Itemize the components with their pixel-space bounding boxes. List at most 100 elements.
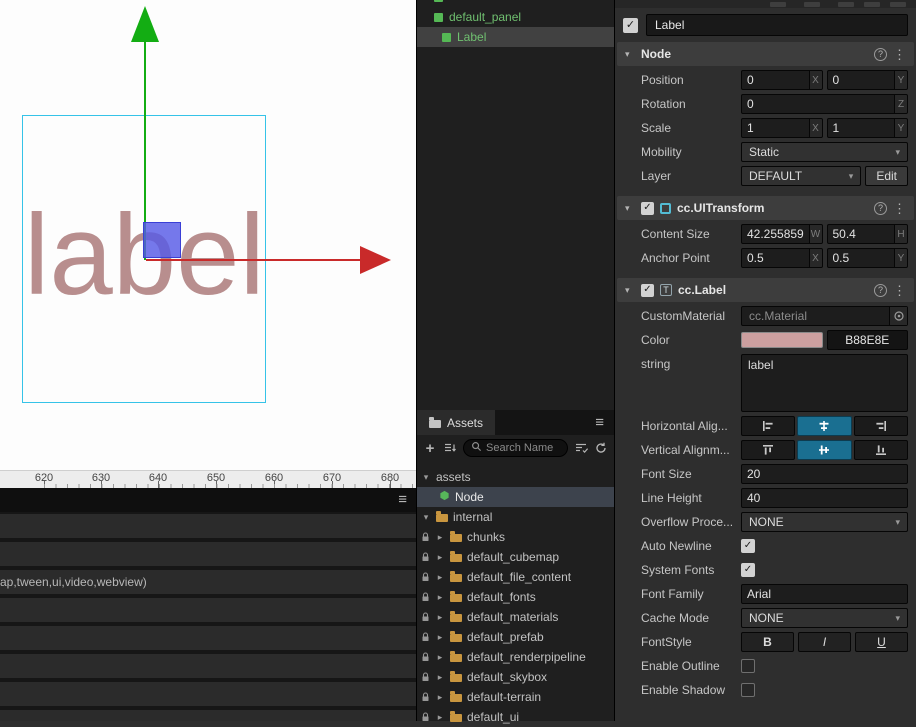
sort-icon[interactable] [443, 442, 457, 454]
chevron-right-icon[interactable]: ▸ [435, 632, 445, 643]
content-width-field[interactable]: W [741, 224, 823, 244]
titlebar-icon[interactable] [804, 2, 820, 7]
section-header-uitransform[interactable]: ▾ ✓ cc.UITransform ? ⋮ [617, 196, 914, 220]
align-right-button[interactable] [853, 416, 908, 436]
chevron-right-icon[interactable]: ▸ [435, 672, 445, 683]
font-size-input[interactable] [742, 467, 907, 481]
tree-item-default-renderpipeline[interactable]: ▸ default_renderpipeline [417, 647, 614, 667]
layer-select[interactable]: DEFAULT ▾ [741, 166, 862, 186]
add-asset-button[interactable]: + [423, 441, 437, 456]
anchor-x-field[interactable]: X [741, 248, 823, 268]
filter-icon[interactable] [574, 442, 588, 454]
tab-assets[interactable]: Assets [417, 410, 496, 435]
tree-item-default-fonts[interactable]: ▸ default_fonts [417, 587, 614, 607]
titlebar-icon[interactable] [770, 2, 786, 7]
align-bottom-button[interactable] [853, 440, 908, 460]
console-row[interactable] [0, 598, 416, 622]
position-y-input[interactable] [827, 73, 894, 87]
cclabel-enabled-checkbox[interactable]: ✓ [641, 283, 654, 297]
console-row[interactable] [0, 710, 416, 721]
console-row[interactable] [0, 654, 416, 678]
position-x-field[interactable]: X [741, 70, 823, 90]
chevron-down-icon[interactable]: ▾ [625, 285, 635, 296]
kebab-menu-icon[interactable]: ⋮ [893, 48, 906, 61]
scale-y-field[interactable]: Y [826, 118, 908, 138]
system-fonts-checkbox[interactable]: ✓ [741, 563, 755, 577]
chevron-right-icon[interactable]: ▸ [435, 552, 445, 563]
layer-edit-button[interactable]: Edit [865, 166, 908, 186]
chevron-right-icon[interactable]: ▸ [435, 692, 445, 703]
position-y-field[interactable]: Y [826, 70, 908, 90]
scale-x-input[interactable] [742, 121, 809, 135]
asset-picker-icon[interactable] [889, 307, 907, 325]
rotation-z-input[interactable] [742, 97, 894, 111]
custom-material-field[interactable]: cc.Material [741, 306, 908, 326]
underline-button[interactable]: U [855, 632, 908, 652]
color-hex-field[interactable]: B88E8E [826, 330, 908, 350]
node-active-checkbox[interactable]: ✓ [623, 17, 638, 33]
chevron-down-icon[interactable]: ▾ [421, 512, 431, 523]
console-row[interactable] [0, 542, 416, 566]
font-family-input[interactable] [742, 587, 907, 601]
overflow-select[interactable]: NONE ▾ [741, 512, 908, 532]
console-menu-icon[interactable]: ≡ [398, 492, 407, 507]
auto-newline-checkbox[interactable]: ✓ [741, 539, 755, 553]
chevron-right-icon[interactable]: ▸ [435, 612, 445, 623]
font-size-field[interactable] [741, 464, 908, 484]
tree-item-internal[interactable]: ▾ internal [417, 507, 614, 527]
chevron-down-icon[interactable]: ▾ [421, 472, 431, 483]
enable-outline-checkbox[interactable] [741, 659, 755, 673]
chevron-right-icon[interactable]: ▸ [435, 652, 445, 663]
titlebar-icon[interactable] [890, 2, 906, 7]
align-middle-button[interactable] [797, 440, 852, 460]
tree-item-node[interactable]: Node [417, 487, 614, 507]
string-textarea[interactable]: label [741, 354, 908, 412]
assets-menu-icon[interactable]: ≡ [595, 415, 604, 430]
tree-item-default-ui[interactable]: ▸ default_ui [417, 707, 614, 727]
uitransform-enabled-checkbox[interactable]: ✓ [641, 201, 654, 215]
help-icon[interactable]: ? [874, 283, 887, 297]
hierarchy-row-partial[interactable] [417, 0, 614, 7]
section-header-cclabel[interactable]: ▾ ✓ T cc.Label ? ⋮ [617, 278, 914, 302]
hierarchy-item-default-panel[interactable]: default_panel [417, 7, 614, 27]
bold-button[interactable]: B [741, 632, 794, 652]
content-height-input[interactable] [827, 227, 894, 241]
color-swatch[interactable] [741, 332, 823, 348]
line-height-input[interactable] [742, 491, 907, 505]
scene-viewport[interactable]: label [0, 0, 416, 470]
anchor-y-field[interactable]: Y [826, 248, 908, 268]
help-icon[interactable]: ? [874, 201, 887, 215]
tree-item-assets[interactable]: ▾ assets [417, 467, 614, 487]
enable-shadow-checkbox[interactable] [741, 683, 755, 697]
rotation-z-field[interactable]: Z [741, 94, 908, 114]
help-icon[interactable]: ? [874, 47, 887, 61]
content-height-field[interactable]: H [826, 224, 908, 244]
tree-item-default-materials[interactable]: ▸ default_materials [417, 607, 614, 627]
scale-x-field[interactable]: X [741, 118, 823, 138]
tree-item-default-cubemap[interactable]: ▸ default_cubemap [417, 547, 614, 567]
anchor-x-input[interactable] [742, 251, 809, 265]
anchor-y-input[interactable] [827, 251, 894, 265]
font-family-field[interactable] [741, 584, 908, 604]
align-center-button[interactable] [797, 416, 852, 436]
titlebar-icon[interactable] [864, 2, 880, 7]
content-width-input[interactable] [742, 227, 809, 241]
chevron-right-icon[interactable]: ▸ [435, 572, 445, 583]
align-top-button[interactable] [741, 440, 796, 460]
chevron-right-icon[interactable]: ▸ [435, 592, 445, 603]
chevron-right-icon[interactable]: ▸ [435, 532, 445, 543]
gizmo-x-axis[interactable] [146, 259, 362, 261]
align-left-button[interactable] [741, 416, 796, 436]
kebab-menu-icon[interactable]: ⋮ [893, 284, 906, 297]
search-input[interactable] [486, 442, 560, 454]
gizmo-x-arrow-icon[interactable] [360, 246, 391, 274]
tree-item-default-file-content[interactable]: ▸ default_file_content [417, 567, 614, 587]
italic-button[interactable]: I [798, 632, 851, 652]
console-row[interactable]: ap,tween,ui,video,webview) [0, 570, 416, 594]
tree-item-default-skybox[interactable]: ▸ default_skybox [417, 667, 614, 687]
asset-search-box[interactable] [463, 439, 568, 457]
tree-item-chunks[interactable]: ▸ chunks [417, 527, 614, 547]
titlebar-icon[interactable] [838, 2, 854, 7]
console-row[interactable] [0, 514, 416, 538]
position-x-input[interactable] [742, 73, 809, 87]
